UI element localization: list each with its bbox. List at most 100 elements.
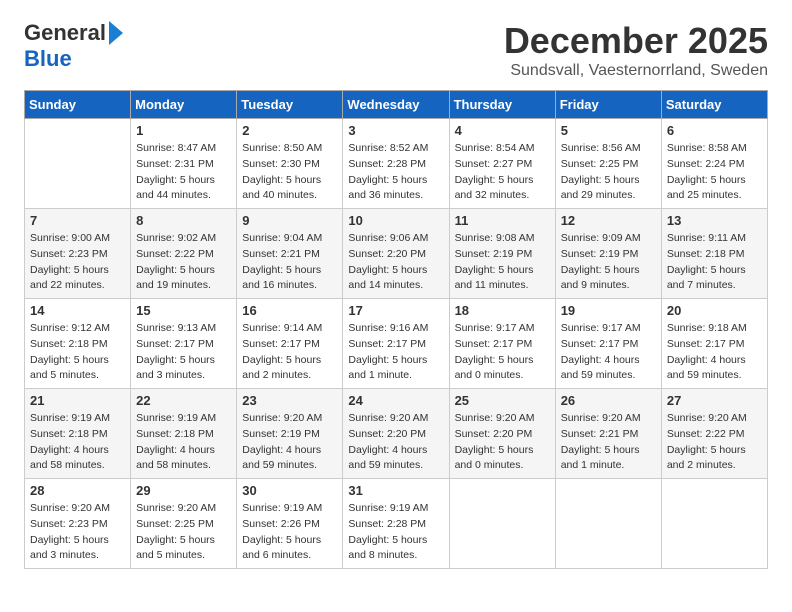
day-detail: Sunrise: 9:20 AM Sunset: 2:22 PM Dayligh… (667, 411, 762, 474)
day-detail: Sunrise: 9:13 AM Sunset: 2:17 PM Dayligh… (136, 321, 231, 384)
calendar-day-cell: 11Sunrise: 9:08 AM Sunset: 2:19 PM Dayli… (449, 209, 555, 299)
day-number: 20 (667, 303, 762, 318)
calendar-day-cell: 19Sunrise: 9:17 AM Sunset: 2:17 PM Dayli… (555, 299, 661, 389)
day-detail: Sunrise: 9:19 AM Sunset: 2:18 PM Dayligh… (136, 411, 231, 474)
day-detail: Sunrise: 9:17 AM Sunset: 2:17 PM Dayligh… (561, 321, 656, 384)
day-detail: Sunrise: 9:20 AM Sunset: 2:19 PM Dayligh… (242, 411, 337, 474)
calendar-day-cell: 18 Sunrise: 9:17 AM Sunset: 2:17 PM Dayli… (449, 299, 555, 389)
calendar-day-cell: 2Sunrise: 8:50 AM Sunset: 2:30 PM Daylig… (237, 119, 343, 209)
header: General Blue December 2025 Sundsvall, Va… (24, 20, 768, 80)
day-detail: Sunrise: 9:17 AM Sunset: 2:17 PM Dayligh… (455, 321, 550, 384)
day-number: 6 (667, 123, 762, 138)
day-detail: Sunrise: 8:56 AM Sunset: 2:25 PM Dayligh… (561, 141, 656, 204)
day-number: 13 (667, 213, 762, 228)
calendar-table: SundayMondayTuesdayWednesdayThursdayFrid… (24, 90, 768, 569)
calendar-day-cell (555, 479, 661, 569)
day-number: 31 (348, 483, 443, 498)
day-detail: Sunrise: 9:20 AM Sunset: 2:25 PM Dayligh… (136, 501, 231, 564)
day-number: 4 (455, 123, 550, 138)
weekday-header: Friday (555, 91, 661, 119)
day-number: 30 (242, 483, 337, 498)
calendar-day-cell: 14 Sunrise: 9:12 AM Sunset: 2:18 PM Dayli… (25, 299, 131, 389)
calendar-day-cell: 22Sunrise: 9:19 AM Sunset: 2:18 PM Dayli… (131, 389, 237, 479)
calendar-week-row: 7 Sunrise: 9:00 AM Sunset: 2:23 PM Daylig… (25, 209, 768, 299)
day-number: 16 (242, 303, 337, 318)
day-number: 3 (348, 123, 443, 138)
calendar-day-cell (449, 479, 555, 569)
calendar-day-cell: 28Sunrise: 9:20 AM Sunset: 2:23 PM Dayli… (25, 479, 131, 569)
calendar-day-cell: 16 Sunrise: 9:14 AM Sunset: 2:17 PM Dayli… (237, 299, 343, 389)
day-detail: Sunrise: 9:20 AM Sunset: 2:23 PM Dayligh… (30, 501, 125, 564)
day-detail: Sunrise: 9:00 AM Sunset: 2:23 PM Dayligh… (30, 231, 125, 294)
calendar-day-cell: 6Sunrise: 8:58 AM Sunset: 2:24 PM Daylig… (661, 119, 767, 209)
calendar-day-cell: 10 Sunrise: 9:06 AM Sunset: 2:20 PM Dayli… (343, 209, 449, 299)
day-detail: Sunrise: 9:19 AM Sunset: 2:26 PM Dayligh… (242, 501, 337, 564)
calendar-day-cell: 5 Sunrise: 8:56 AM Sunset: 2:25 PM Daylig… (555, 119, 661, 209)
day-number: 2 (242, 123, 337, 138)
day-detail: Sunrise: 9:20 AM Sunset: 2:20 PM Dayligh… (348, 411, 443, 474)
calendar-day-cell: 30 Sunrise: 9:19 AM Sunset: 2:26 PM Dayli… (237, 479, 343, 569)
day-detail: Sunrise: 9:04 AM Sunset: 2:21 PM Dayligh… (242, 231, 337, 294)
day-detail: Sunrise: 9:06 AM Sunset: 2:20 PM Dayligh… (348, 231, 443, 294)
weekday-header: Monday (131, 91, 237, 119)
location-title: Sundsvall, Vaesternorrland, Sweden (504, 62, 768, 80)
day-detail: Sunrise: 9:09 AM Sunset: 2:19 PM Dayligh… (561, 231, 656, 294)
day-number: 8 (136, 213, 231, 228)
day-number: 27 (667, 393, 762, 408)
calendar-day-cell: 27 Sunrise: 9:20 AM Sunset: 2:22 PM Dayli… (661, 389, 767, 479)
logo-blue: Blue (24, 46, 72, 72)
day-number: 11 (455, 213, 550, 228)
day-number: 12 (561, 213, 656, 228)
weekday-header: Thursday (449, 91, 555, 119)
calendar-day-cell: 25Sunrise: 9:20 AM Sunset: 2:20 PM Dayli… (449, 389, 555, 479)
day-number: 14 (30, 303, 125, 318)
calendar-day-cell: 15 Sunrise: 9:13 AM Sunset: 2:17 PM Dayli… (131, 299, 237, 389)
day-number: 1 (136, 123, 231, 138)
calendar-day-cell: 12 Sunrise: 9:09 AM Sunset: 2:19 PM Dayli… (555, 209, 661, 299)
calendar-day-cell (25, 119, 131, 209)
calendar-day-cell: 7 Sunrise: 9:00 AM Sunset: 2:23 PM Daylig… (25, 209, 131, 299)
day-detail: Sunrise: 8:54 AM Sunset: 2:27 PM Dayligh… (455, 141, 550, 204)
day-number: 9 (242, 213, 337, 228)
calendar-day-cell: 23 Sunrise: 9:20 AM Sunset: 2:19 PM Dayli… (237, 389, 343, 479)
day-detail: Sunrise: 9:20 AM Sunset: 2:21 PM Dayligh… (561, 411, 656, 474)
weekday-header: Wednesday (343, 91, 449, 119)
calendar-day-cell: 20 Sunrise: 9:18 AM Sunset: 2:17 PM Dayli… (661, 299, 767, 389)
calendar-day-cell: 24 Sunrise: 9:20 AM Sunset: 2:20 PM Dayli… (343, 389, 449, 479)
weekday-header: Sunday (25, 91, 131, 119)
day-detail: Sunrise: 9:20 AM Sunset: 2:20 PM Dayligh… (455, 411, 550, 474)
day-detail: Sunrise: 9:18 AM Sunset: 2:17 PM Dayligh… (667, 321, 762, 384)
day-number: 10 (348, 213, 443, 228)
day-number: 17 (348, 303, 443, 318)
day-detail: Sunrise: 9:19 AM Sunset: 2:28 PM Dayligh… (348, 501, 443, 564)
day-number: 29 (136, 483, 231, 498)
day-number: 5 (561, 123, 656, 138)
calendar-day-cell: 4 Sunrise: 8:54 AM Sunset: 2:27 PM Daylig… (449, 119, 555, 209)
day-detail: Sunrise: 9:16 AM Sunset: 2:17 PM Dayligh… (348, 321, 443, 384)
day-detail: Sunrise: 9:02 AM Sunset: 2:22 PM Dayligh… (136, 231, 231, 294)
calendar-day-cell: 21Sunrise: 9:19 AM Sunset: 2:18 PM Dayli… (25, 389, 131, 479)
calendar-header-row: SundayMondayTuesdayWednesdayThursdayFrid… (25, 91, 768, 119)
calendar-day-cell: 26 Sunrise: 9:20 AM Sunset: 2:21 PM Dayli… (555, 389, 661, 479)
calendar-week-row: 21 Sunrise: 9:19 AM Sunset: 2:18 PM Dayli… (25, 389, 768, 479)
day-number: 26 (561, 393, 656, 408)
calendar-day-cell: 31 Sunrise: 9:19 AM Sunset: 2:28 PM Dayli… (343, 479, 449, 569)
calendar-day-cell: 29 Sunrise: 9:20 AM Sunset: 2:25 PM Dayli… (131, 479, 237, 569)
logo-general: General (24, 20, 106, 46)
calendar-day-cell: 17 Sunrise: 9:16 AM Sunset: 2:17 PM Dayli… (343, 299, 449, 389)
day-number: 21 (30, 393, 125, 408)
day-number: 23 (242, 393, 337, 408)
day-number: 18 (455, 303, 550, 318)
day-detail: Sunrise: 8:47 AM Sunset: 2:31 PM Dayligh… (136, 141, 231, 204)
calendar-body: 1 Sunrise: 8:47 AM Sunset: 2:31 PM Daylig… (25, 119, 768, 569)
day-number: 15 (136, 303, 231, 318)
day-detail: Sunrise: 9:12 AM Sunset: 2:18 PM Dayligh… (30, 321, 125, 384)
calendar-day-cell (661, 479, 767, 569)
calendar-day-cell: 1 Sunrise: 8:47 AM Sunset: 2:31 PM Daylig… (131, 119, 237, 209)
day-number: 7 (30, 213, 125, 228)
calendar-day-cell: 13Sunrise: 9:11 AM Sunset: 2:18 PM Dayli… (661, 209, 767, 299)
weekday-header: Saturday (661, 91, 767, 119)
logo: General Blue (24, 20, 123, 72)
day-number: 24 (348, 393, 443, 408)
day-detail: Sunrise: 9:14 AM Sunset: 2:17 PM Dayligh… (242, 321, 337, 384)
